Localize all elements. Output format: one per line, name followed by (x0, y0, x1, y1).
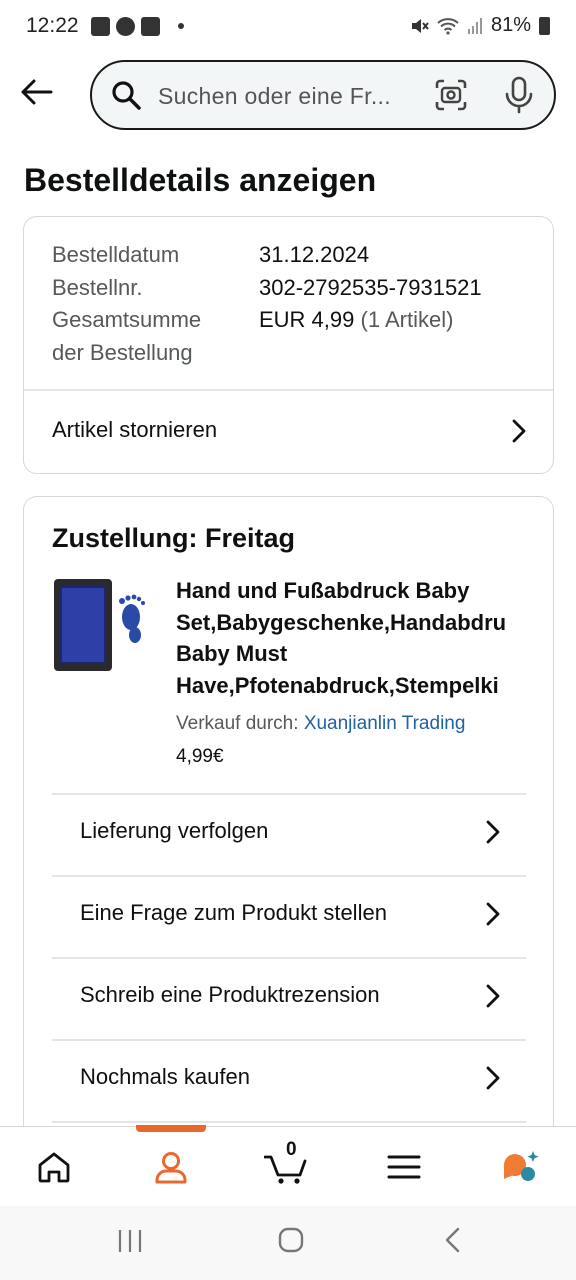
mute-icon (411, 18, 429, 33)
chevron-right-icon (486, 902, 500, 926)
search-input[interactable]: Suchen oder eine Fr... (158, 83, 391, 110)
product-image[interactable] (52, 577, 152, 677)
battery-icon (539, 16, 550, 35)
order-item-count: (1 Artikel) (360, 307, 454, 332)
chevron-right-icon (486, 820, 500, 844)
signal-icon (467, 17, 482, 34)
wifi-icon (437, 17, 459, 35)
write-review-row[interactable]: Schreib eine Produktrezension (52, 958, 526, 1039)
chevron-right-icon (512, 419, 526, 443)
chevron-right-icon (486, 1066, 500, 1090)
notification-icons (90, 16, 184, 36)
seller-link[interactable]: Xuanjianlin Trading (304, 713, 466, 734)
cancel-items-row[interactable]: Artikel stornieren (24, 390, 553, 474)
rufus-ai-icon (504, 1151, 539, 1181)
seller-info: Verkauf durch: Xuanjianlin Trading (176, 713, 465, 735)
home-icon (38, 1152, 70, 1183)
product-thumbnail-icon (54, 579, 145, 671)
divider (52, 1121, 526, 1123)
delivery-title: Zustellung: Freitag (52, 523, 295, 553)
camera-lens-icon[interactable] (434, 78, 468, 112)
active-tab-indicator (136, 1125, 206, 1132)
write-review-label: Schreib eine Produktrezension (80, 982, 380, 1007)
product-title-line: Have,Pfotenabdruck,Stempelki (176, 672, 499, 698)
product-title-line: Hand und Fußabdruck Baby (176, 578, 470, 603)
order-total-value: EUR 4,99 (1 Artikel) (259, 304, 453, 337)
product-title[interactable]: Hand und Fußabdruck Baby Set,Babygeschen… (176, 575, 528, 701)
order-total-label-cont: der Bestellung (52, 339, 193, 365)
order-date-value: 31.12.2024 (259, 242, 370, 267)
product-title-line: Baby Must (176, 641, 288, 666)
buy-again-row[interactable]: Nochmals kaufen (52, 1040, 526, 1121)
back-arrow-icon (21, 79, 53, 105)
order-date-row: Bestelldatum 31.12.2024 (52, 239, 482, 272)
order-total-label: Gesamtsumme (52, 307, 202, 332)
system-nav-bar (0, 1206, 576, 1280)
seller-prefix: Verkauf durch: (176, 713, 299, 734)
product-title-line: Set,Babygeschenke,Handabdru (176, 609, 507, 635)
order-number-label: Bestellnr. (52, 274, 143, 300)
nav-account[interactable] (151, 1147, 191, 1187)
order-number-row: Bestellnr. 302-2792535-7931521 (52, 272, 482, 305)
microphone-icon[interactable] (504, 76, 534, 114)
gallery-notification-icon (90, 16, 110, 36)
page-title: Bestelldetails anzeigen (24, 162, 377, 198)
search-header: Suchen oder eine Fr... (0, 58, 576, 130)
more-notifications-icon (177, 23, 184, 29)
cancel-items-label: Artikel stornieren (52, 417, 218, 442)
bottom-nav: 0 (0, 1125, 576, 1206)
play-notification-icon (115, 16, 135, 36)
search-bar[interactable]: Suchen oder eine Fr... (90, 60, 556, 130)
calendar-notification-icon (140, 16, 160, 36)
ask-product-question-row[interactable]: Eine Frage zum Produkt stellen (52, 876, 526, 957)
buy-again-label: Nochmals kaufen (80, 1064, 250, 1089)
nav-home[interactable] (34, 1147, 74, 1187)
recent-apps-icon[interactable] (116, 1226, 144, 1254)
menu-icon (387, 1155, 421, 1179)
nav-menu[interactable] (384, 1147, 424, 1187)
nav-rufus[interactable] (500, 1147, 540, 1187)
status-time: 12:22 (26, 14, 79, 37)
product-price: 4,99€ (176, 746, 224, 767)
order-info-list: Bestelldatum 31.12.2024 Bestellnr. 302-2… (52, 239, 482, 369)
account-icon (155, 1152, 187, 1184)
delivery-card: Zustellung: Freitag Hand und Fußabdruck … (23, 496, 554, 1136)
order-total-row-cont: der Bestellung (52, 337, 482, 370)
order-total-row: Gesamtsumme EUR 4,99 (1 Artikel) (52, 304, 482, 337)
cart-count: 0 (286, 1139, 297, 1160)
status-bar: 12:22 81% (0, 0, 576, 52)
order-date-label: Bestelldatum (52, 242, 180, 267)
status-right: 81% (409, 14, 550, 37)
chevron-right-icon (486, 984, 500, 1008)
track-delivery-row[interactable]: Lieferung verfolgen (52, 794, 526, 875)
order-summary-card: Bestelldatum 31.12.2024 Bestellnr. 302-2… (23, 216, 554, 474)
home-button-icon[interactable] (277, 1226, 305, 1254)
order-number-value: 302-2792535-7931521 (259, 274, 482, 300)
search-icon (112, 81, 141, 110)
track-delivery-label: Lieferung verfolgen (80, 818, 269, 843)
back-button-icon[interactable] (442, 1226, 464, 1254)
ask-question-label: Eine Frage zum Produkt stellen (80, 900, 387, 925)
back-button[interactable] (16, 72, 56, 112)
battery-percent: 81% (490, 14, 531, 36)
order-total-amount: EUR 4,99 (259, 307, 355, 332)
